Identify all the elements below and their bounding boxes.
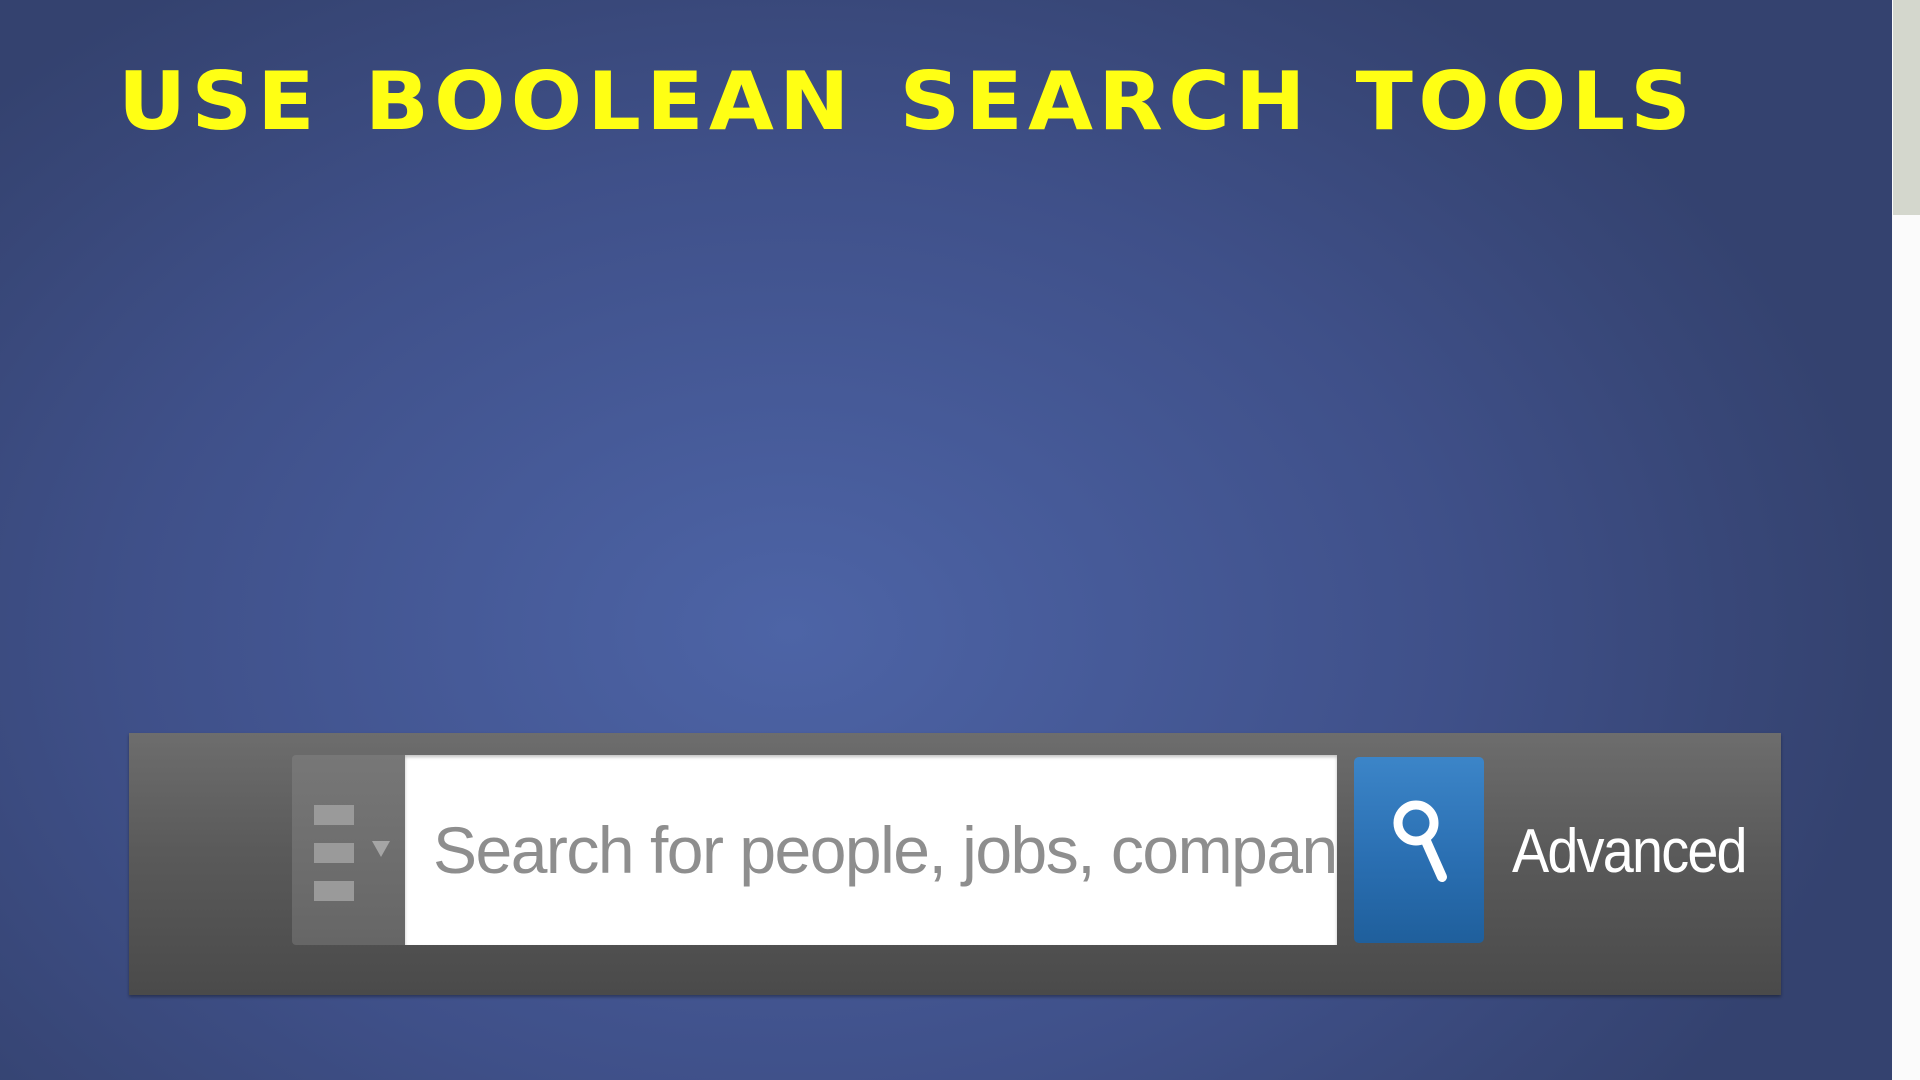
search-icon	[1393, 800, 1447, 882]
search-filter-dropdown[interactable]	[292, 755, 405, 945]
search-input[interactable]	[405, 755, 1337, 945]
scrollbar-thumb[interactable]	[1893, 0, 1920, 215]
slide-title: USE BOOLEAN SEARCH TOOLS	[118, 55, 1697, 148]
advanced-search-link[interactable]: Advanced	[1512, 812, 1748, 892]
search-button[interactable]	[1354, 757, 1484, 943]
chevron-down-icon	[372, 841, 390, 857]
list-icon	[314, 805, 354, 901]
